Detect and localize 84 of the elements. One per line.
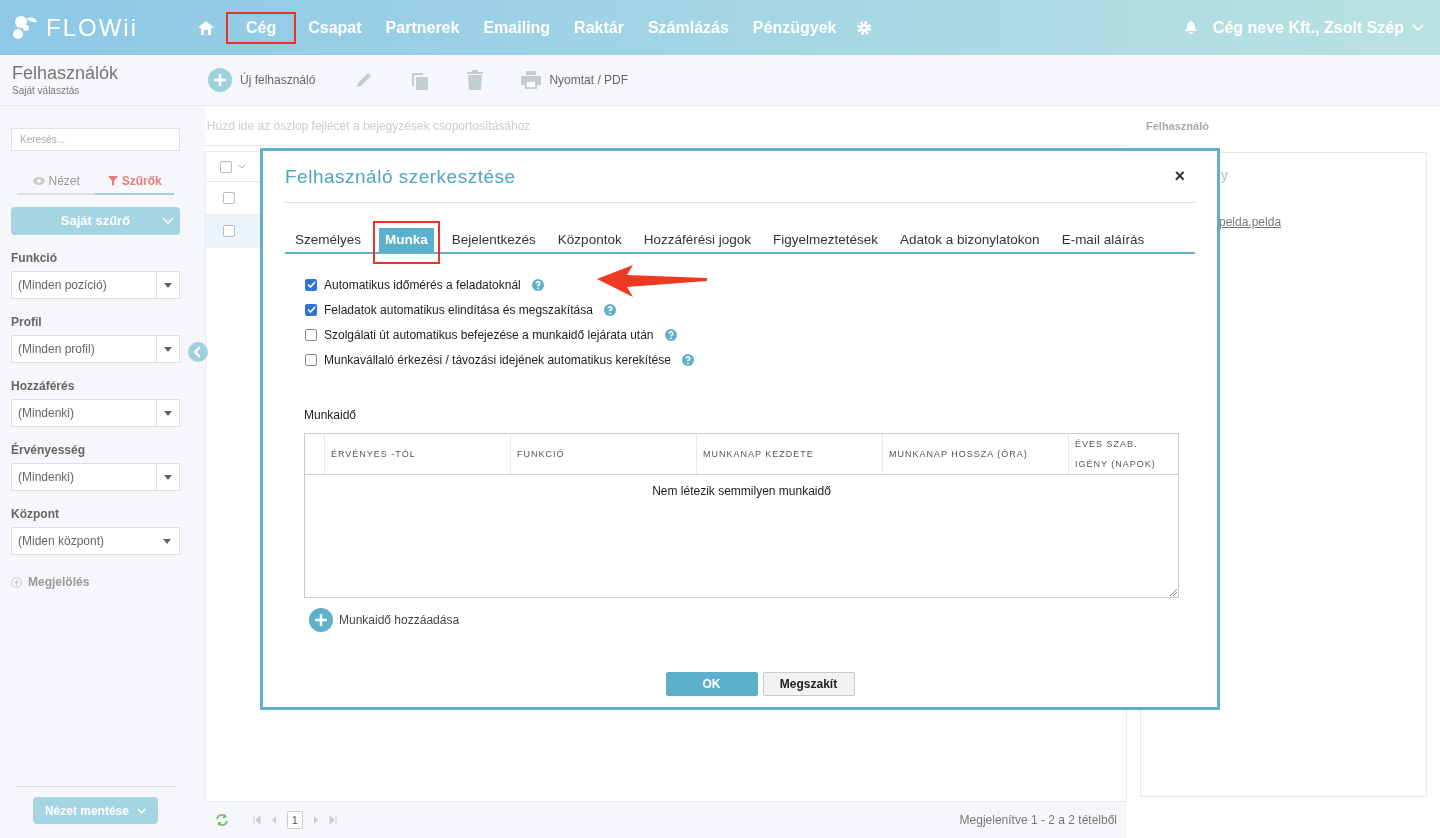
page-title: Felhasználók bbox=[12, 62, 120, 83]
dialog-tab[interactable]: Személyes bbox=[289, 228, 368, 253]
filter-dropdown[interactable]: (Minden pozíció) bbox=[11, 271, 180, 299]
checkbox[interactable] bbox=[305, 353, 317, 366]
page-subtitle: Saját választás bbox=[12, 83, 81, 98]
previous-page-icon[interactable] bbox=[270, 816, 277, 824]
search-field[interactable]: Keresés... bbox=[11, 128, 180, 151]
check-icon bbox=[306, 306, 316, 314]
next-page-icon[interactable] bbox=[312, 816, 319, 824]
grid-summary: Megjelenítve 1 - 2 a 2 tételből bbox=[959, 812, 1117, 829]
filter-label: Érvényesség bbox=[11, 441, 87, 459]
last-page-icon[interactable] bbox=[328, 816, 337, 824]
caret-icon bbox=[163, 282, 172, 288]
printer-icon bbox=[521, 71, 542, 89]
page-number[interactable]: 1 bbox=[286, 810, 303, 830]
column-header: MUNKANAP KEZDETE bbox=[697, 434, 883, 475]
empty-message: Nem létezik semmilyen munkaidő bbox=[652, 483, 831, 501]
detail-text: y bbox=[1221, 166, 1228, 185]
resize-handle-icon[interactable] bbox=[1169, 588, 1177, 597]
plus-circle-icon bbox=[208, 68, 232, 92]
dialog-button[interactable]: Megszakít bbox=[762, 672, 855, 697]
email-link[interactable]: pelda.pelda bbox=[1219, 213, 1282, 231]
filter-label: Profil bbox=[11, 314, 43, 331]
column-header: MUNKANAP HOSSZA (ÓRA) bbox=[883, 434, 1069, 475]
settings-icon[interactable] bbox=[856, 19, 873, 36]
chevron-down-icon bbox=[136, 807, 146, 814]
filter-dropdown[interactable]: (Mindenki) bbox=[11, 399, 180, 427]
plus-circle-icon bbox=[11, 576, 22, 588]
pencil-icon[interactable] bbox=[355, 71, 374, 89]
filter-icon bbox=[107, 176, 118, 186]
home-icon[interactable] bbox=[198, 20, 214, 35]
check-icon bbox=[306, 281, 316, 289]
chevron-down-icon[interactable] bbox=[237, 164, 246, 169]
checkbox[interactable] bbox=[305, 303, 317, 316]
eye-icon bbox=[32, 177, 45, 185]
column-header: FUNKCIÓ bbox=[511, 434, 697, 475]
checkbox[interactable] bbox=[219, 160, 232, 173]
checkbox[interactable] bbox=[222, 225, 235, 237]
checkbox[interactable] bbox=[305, 328, 317, 341]
copy-icon[interactable] bbox=[411, 70, 430, 90]
checkbox[interactable] bbox=[305, 278, 317, 291]
checkbox[interactable] bbox=[222, 192, 235, 204]
option-label: Feladatok automatikus elindítása és megszakítása bbox=[324, 301, 593, 319]
dialog-tab[interactable]: Hozzáférési jogok bbox=[637, 228, 757, 253]
filter-label: Funkció bbox=[11, 250, 58, 267]
option-label: Automatikus időmérés a feladatoknál bbox=[324, 276, 521, 294]
column-header: ÉRVÉNYES -TÓL bbox=[325, 434, 511, 475]
logo-icon bbox=[12, 13, 38, 42]
help-icon[interactable] bbox=[664, 328, 677, 341]
help-icon[interactable] bbox=[603, 303, 616, 316]
caret-icon bbox=[163, 538, 172, 544]
chevron-down-icon bbox=[161, 217, 174, 225]
dialog-tab[interactable]: Központok bbox=[551, 228, 628, 253]
caret-icon bbox=[163, 410, 172, 416]
option-label: Szolgálati út automatikus befejezése a munkaidő lejárata után bbox=[324, 326, 654, 344]
first-page-icon[interactable] bbox=[252, 816, 261, 824]
trash-icon[interactable] bbox=[467, 70, 484, 90]
filter-dropdown[interactable]: (Minden profil) bbox=[11, 335, 180, 363]
dialog-title: Felhasználó szerkesztése bbox=[285, 165, 516, 190]
caret-icon bbox=[163, 346, 172, 352]
caret-icon bbox=[163, 474, 172, 480]
print-button[interactable]: Nyomtat / PDF bbox=[521, 71, 629, 89]
new-user-button[interactable]: Új felhasználó bbox=[208, 68, 316, 92]
add-work-time-button[interactable]: Munkaidő hozzáadása bbox=[309, 608, 460, 633]
close-button[interactable]: × bbox=[1174, 163, 1185, 190]
help-icon[interactable] bbox=[681, 353, 694, 366]
brand-name: FLOWii bbox=[46, 12, 138, 43]
plus-circle-icon bbox=[309, 608, 333, 633]
refresh-icon[interactable] bbox=[214, 813, 229, 827]
filter-label: Hozzáférés bbox=[11, 378, 76, 395]
dialog-tab[interactable]: Adatok a bizonylatokon bbox=[894, 228, 1046, 253]
bell-icon[interactable] bbox=[1184, 21, 1197, 34]
collapse-handle-icon[interactable] bbox=[187, 342, 208, 362]
option-label: Munkavállaló érkezési / távozási idejének automatikus kerekítése bbox=[324, 351, 671, 369]
help-icon[interactable] bbox=[531, 278, 544, 291]
dialog-tab[interactable]: E-mail aláírás bbox=[1055, 228, 1151, 253]
filter-dropdown[interactable]: (Mindenki) bbox=[11, 463, 180, 491]
column-header: ÉVES SZAB. IGÉNY (NAPOK) bbox=[1074, 438, 1157, 472]
detail-title: Felhasználó bbox=[1145, 118, 1210, 134]
dialog-tab[interactable]: Bejelentkezés bbox=[445, 228, 542, 253]
filter-label: Központ bbox=[11, 506, 60, 523]
dialog-tab[interactable]: Figyelmeztetések bbox=[766, 228, 884, 253]
filter-dropdown[interactable]: (Miden központ) bbox=[11, 527, 180, 555]
section-title: Munkaidő bbox=[303, 407, 358, 425]
